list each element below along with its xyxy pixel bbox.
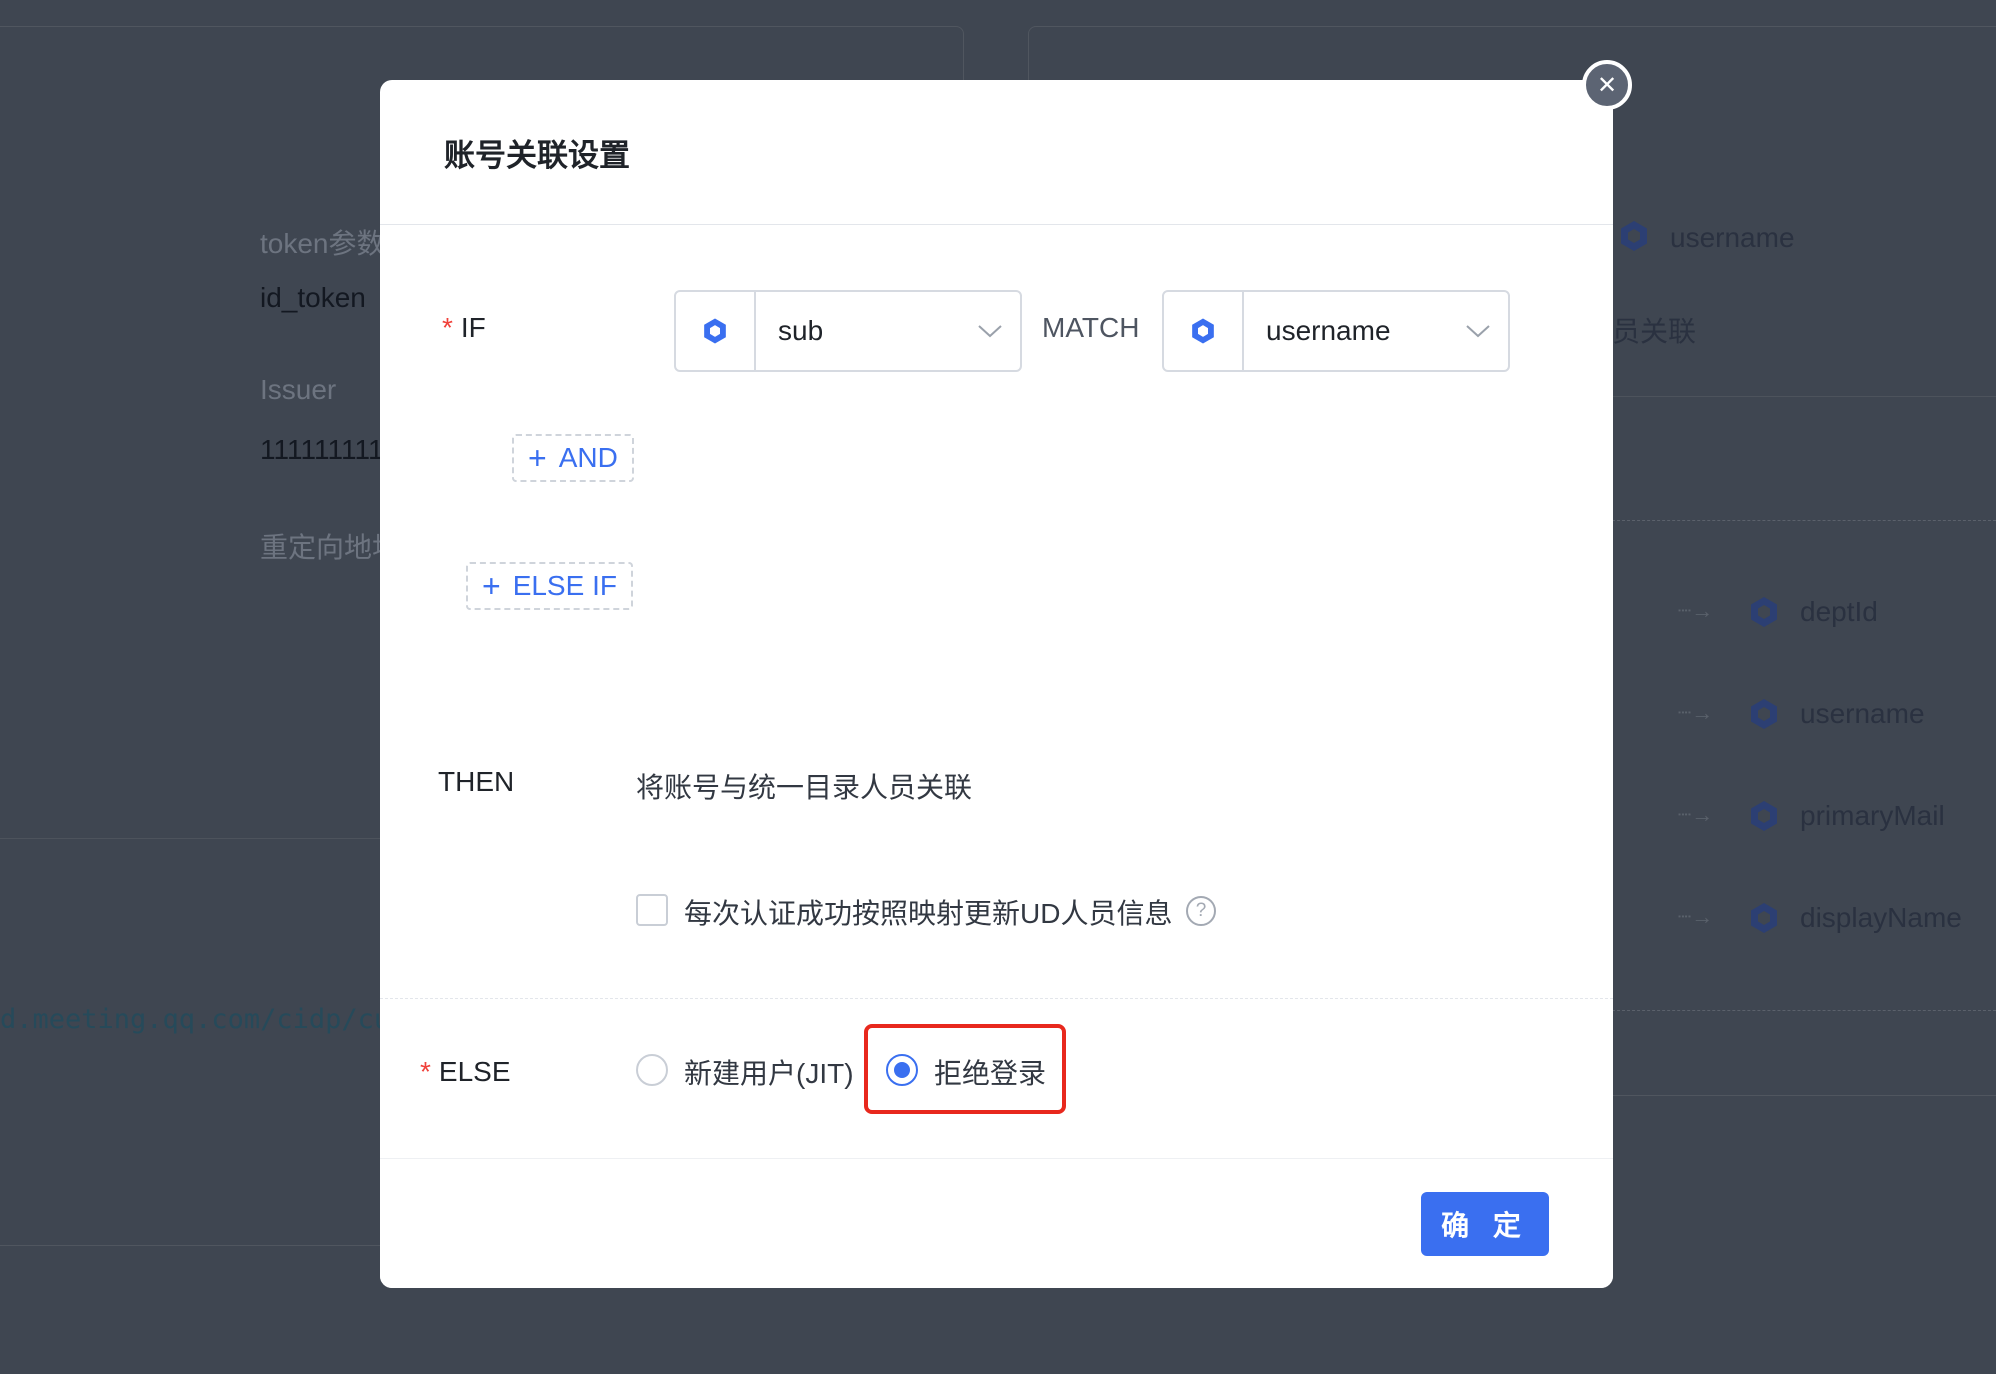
bg-mapped-field: primaryMail — [1800, 800, 1945, 831]
then-label: THEN — [438, 766, 515, 797]
else-label: * ELSE — [420, 1056, 511, 1088]
bg-token-label: token参数 — [260, 228, 385, 259]
bg-divider — [1612, 1010, 1996, 1011]
hexagon-icon — [1751, 699, 1777, 729]
add-and-label: AND — [558, 442, 618, 473]
radio-deny-login[interactable] — [886, 1054, 918, 1086]
update-user-info-label: 每次认证成功按照映射更新UD人员信息 — [684, 898, 1173, 929]
bg-divider — [1612, 396, 1996, 397]
match-field-select[interactable]: username — [1162, 290, 1510, 372]
if-label: * IF — [442, 312, 486, 344]
bg-issuer-value: 1111111111 — [260, 434, 398, 465]
hexagon-icon — [1751, 801, 1777, 831]
if-label-text: IF — [460, 312, 486, 343]
if-field-select[interactable]: sub — [674, 290, 1022, 372]
header-divider — [380, 224, 1613, 225]
field-type-prefix — [676, 292, 756, 370]
radio-create-user-jit-label[interactable]: 新建用户(JIT) — [684, 1052, 854, 1092]
else-label-text: ELSE — [438, 1056, 511, 1087]
add-and-button[interactable]: + AND — [512, 434, 634, 482]
close-icon[interactable]: ✕ — [1582, 60, 1632, 110]
bg-mapped-field: deptId — [1800, 596, 1878, 627]
plus-icon: + — [482, 568, 501, 604]
hexagon-icon — [1751, 903, 1777, 933]
bg-divider — [0, 838, 380, 839]
if-field-value: sub — [778, 315, 824, 346]
required-mark: * — [420, 1056, 431, 1087]
add-else-if-label: ELSE IF — [512, 570, 617, 601]
bg-divider — [1612, 520, 1996, 521]
arrow-right-icon: ┈→ — [1678, 802, 1714, 827]
arrow-right-icon: ┈→ — [1678, 700, 1714, 725]
match-field-value: username — [1266, 315, 1391, 346]
bg-token-value: id_token — [260, 282, 366, 313]
bg-mapped-field: username — [1800, 698, 1925, 729]
hexagon-icon — [1751, 597, 1777, 627]
field-type-prefix — [1164, 292, 1244, 370]
dialog-title: 账号关联设置 — [444, 138, 630, 173]
arrow-right-icon: ┈→ — [1678, 904, 1714, 929]
radio-create-user-jit[interactable] — [636, 1054, 668, 1086]
update-user-info-checkbox[interactable] — [636, 894, 668, 926]
plus-icon: + — [528, 440, 547, 476]
bg-redirect-label: 重定向地址 — [260, 532, 401, 563]
required-mark: * — [442, 312, 453, 343]
help-icon[interactable]: ? — [1186, 896, 1216, 926]
radio-deny-login-label[interactable]: 拒绝登录 — [934, 1052, 1046, 1092]
bg-mapped-field: displayName — [1800, 902, 1962, 933]
arrow-right-icon: ┈→ — [1678, 598, 1714, 623]
bg-issuer-label: Issuer — [260, 374, 337, 405]
chevron-down-icon — [960, 323, 1020, 339]
bg-top-field: username — [1670, 222, 1795, 253]
confirm-button[interactable]: 确 定 — [1421, 1192, 1549, 1256]
account-link-dialog: 账号关联设置 * IF sub MATCH username + AND + E… — [380, 80, 1613, 1288]
hexagon-icon — [704, 318, 726, 344]
add-else-if-button[interactable]: + ELSE IF — [466, 562, 633, 610]
match-keyword: MATCH — [1042, 312, 1140, 343]
bg-relation-text: 员关联 — [1612, 316, 1697, 347]
hexagon-icon — [1621, 221, 1647, 251]
else-divider — [380, 998, 1613, 999]
hexagon-icon — [1192, 318, 1214, 344]
then-action-text: 将账号与统一目录人员关联 — [636, 772, 973, 803]
chevron-down-icon — [1448, 323, 1508, 339]
